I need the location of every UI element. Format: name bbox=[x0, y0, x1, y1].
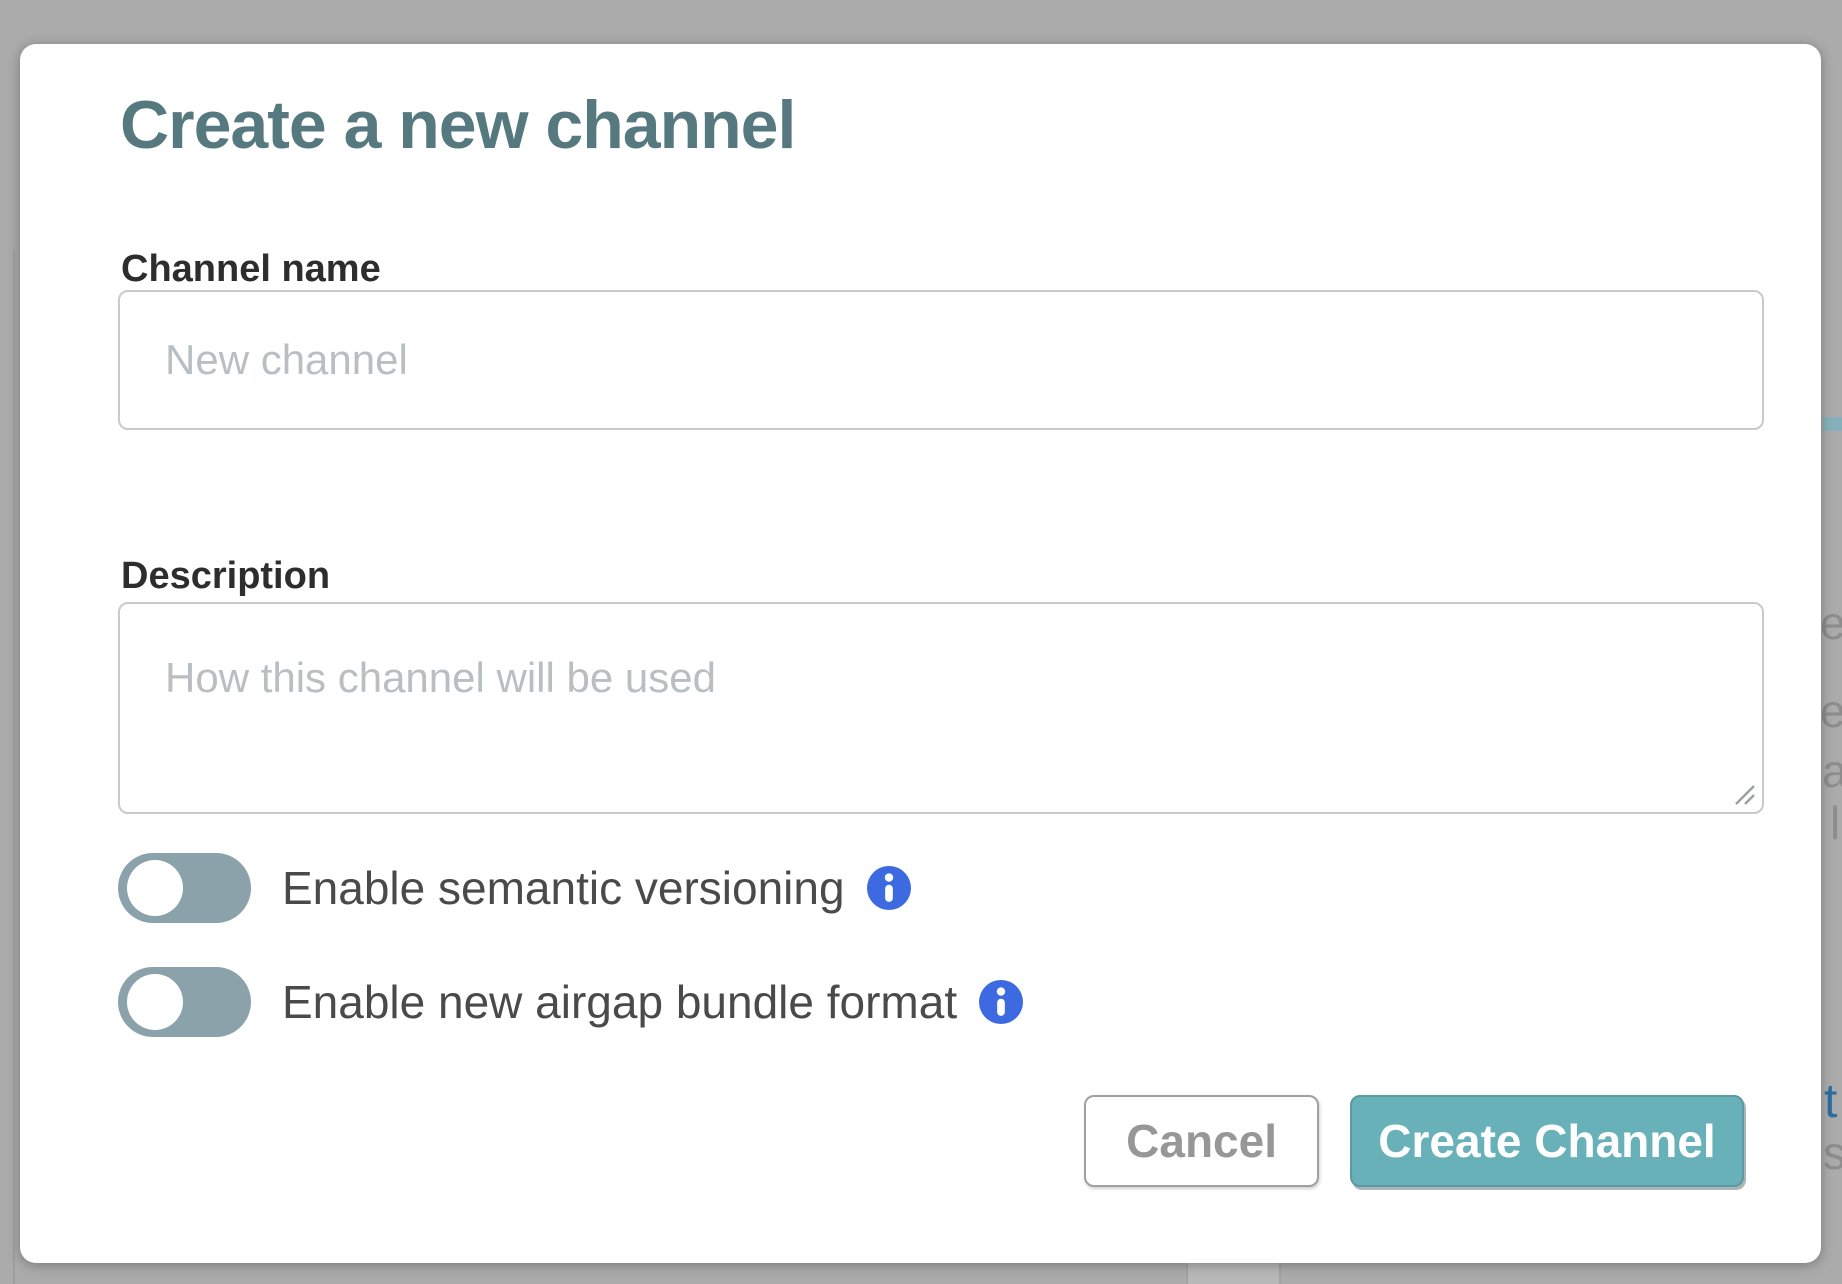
toggle-knob bbox=[127, 860, 183, 916]
background-link-fragment: t bbox=[1824, 1078, 1837, 1126]
create-channel-button[interactable]: Create Channel bbox=[1350, 1095, 1744, 1187]
background-text-fragment: l bbox=[1830, 800, 1840, 846]
modal-title: Create a new channel bbox=[120, 88, 795, 163]
background-element bbox=[1186, 1263, 1281, 1284]
screen: e e a l t s Create a new channel Channel… bbox=[0, 0, 1842, 1284]
background-text-fragment: e bbox=[1820, 600, 1842, 646]
semver-toggle-row: Enable semantic versioning bbox=[118, 852, 911, 924]
airgap-bundle-label: Enable new airgap bundle format bbox=[282, 979, 957, 1025]
info-icon[interactable] bbox=[867, 866, 911, 910]
info-icon[interactable] bbox=[979, 980, 1023, 1024]
description-textarea[interactable] bbox=[118, 602, 1764, 814]
background-text-fragment: a bbox=[1822, 748, 1842, 794]
modal-footer: Cancel Create Channel bbox=[1084, 1095, 1744, 1187]
toggle-knob bbox=[127, 974, 183, 1030]
description-field bbox=[118, 602, 1764, 814]
cancel-button[interactable]: Cancel bbox=[1084, 1095, 1319, 1187]
background-text-fragment: s bbox=[1823, 1130, 1842, 1176]
channel-name-input[interactable] bbox=[118, 290, 1764, 430]
resize-handle-icon[interactable] bbox=[1730, 780, 1756, 806]
channel-name-label: Channel name bbox=[121, 250, 381, 288]
semantic-versioning-label: Enable semantic versioning bbox=[282, 865, 845, 911]
background-accent-bar bbox=[1823, 417, 1842, 431]
background-text-fragment: e bbox=[1820, 688, 1842, 734]
description-label: Description bbox=[121, 557, 330, 595]
airgap-toggle-row: Enable new airgap bundle format bbox=[118, 966, 1023, 1038]
semantic-versioning-toggle[interactable] bbox=[118, 853, 251, 923]
background-edge-line bbox=[13, 250, 15, 1284]
airgap-bundle-toggle[interactable] bbox=[118, 967, 251, 1037]
create-channel-modal: Create a new channel Channel name Descri… bbox=[20, 44, 1821, 1263]
